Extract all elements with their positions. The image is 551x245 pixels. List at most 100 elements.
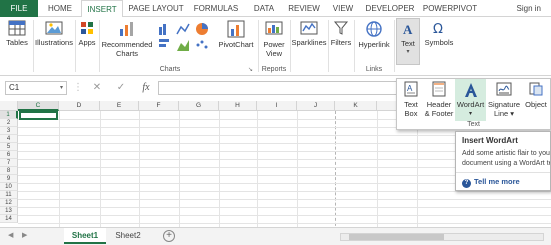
tab-review[interactable]: REVIEW bbox=[284, 0, 324, 17]
tab-formulas[interactable]: FORMULAS bbox=[190, 0, 242, 17]
header-footer-button[interactable]: Header & Footer bbox=[424, 79, 454, 121]
column-header[interactable]: H bbox=[219, 101, 257, 111]
chevron-down-icon: ▾ bbox=[468, 110, 472, 117]
pivotchart-button[interactable]: PivotChart bbox=[215, 20, 257, 49]
power-view-button[interactable]: Power View bbox=[259, 20, 289, 58]
row-header[interactable]: 5 bbox=[0, 143, 18, 151]
object-button[interactable]: Object bbox=[522, 79, 550, 121]
select-all-corner[interactable] bbox=[0, 101, 18, 111]
tell-me-more-link[interactable]: ? Tell me more bbox=[462, 177, 520, 188]
tab-data[interactable]: DATA bbox=[247, 0, 281, 17]
enter-check-icon[interactable]: ✓ bbox=[114, 81, 128, 95]
tab-powerpivot[interactable]: POWERPIVOT bbox=[421, 0, 479, 17]
column-header[interactable]: E bbox=[100, 101, 139, 111]
scrollbar-thumb[interactable] bbox=[349, 234, 444, 240]
svg-text:Ω: Ω bbox=[433, 22, 443, 36]
recommended-charts-button[interactable]: Recommended Charts bbox=[100, 20, 154, 58]
more-options-icon: ⋮ bbox=[73, 82, 83, 93]
tooltip-divider bbox=[456, 172, 550, 173]
column-header[interactable]: D bbox=[59, 101, 100, 111]
symbols-button[interactable]: Ω Symbols bbox=[422, 20, 456, 47]
recommended-charts-icon bbox=[120, 22, 133, 36]
add-sheet-icon[interactable]: + bbox=[163, 230, 175, 242]
filters-button[interactable]: Filters bbox=[329, 20, 353, 47]
text-dropdown-panel: A Text Box Header & Footer WordArt ▾ Sig… bbox=[396, 78, 551, 130]
sign-in-link[interactable]: Sign in bbox=[517, 0, 541, 17]
scroll-left-icon[interactable]: ◀ bbox=[8, 231, 13, 239]
chevron-down-icon[interactable]: ▾ bbox=[60, 82, 63, 94]
apps-button[interactable]: Apps bbox=[76, 20, 98, 47]
group-label-reports: Reports bbox=[261, 66, 287, 73]
row-header[interactable]: 9 bbox=[0, 175, 18, 183]
tab-file[interactable]: FILE bbox=[0, 0, 38, 17]
filter-icon bbox=[333, 21, 349, 35]
row-header[interactable]: 2 bbox=[0, 119, 18, 127]
row-header[interactable]: 8 bbox=[0, 167, 18, 175]
tables-button[interactable]: Tables bbox=[2, 20, 32, 47]
omega-icon: Ω bbox=[433, 22, 443, 36]
row-header[interactable]: 7 bbox=[0, 159, 18, 167]
sparklines-button[interactable]: Sparklines bbox=[291, 20, 327, 47]
tab-insert[interactable]: INSERT bbox=[81, 0, 123, 18]
row-header[interactable]: 11 bbox=[0, 191, 18, 199]
illustrations-button[interactable]: Illustrations bbox=[34, 20, 74, 47]
hyperlink-button[interactable]: Hyperlink bbox=[355, 20, 393, 49]
row-header[interactable]: 10 bbox=[0, 183, 18, 191]
active-cell[interactable] bbox=[19, 111, 58, 120]
chart-type-grid bbox=[157, 21, 212, 63]
text-box-button[interactable]: A Text Box bbox=[399, 79, 423, 121]
apps-label: Apps bbox=[78, 38, 96, 47]
column-header[interactable]: G bbox=[179, 101, 219, 111]
column-header[interactable]: I bbox=[257, 101, 297, 111]
row-header[interactable]: 12 bbox=[0, 199, 18, 207]
row-header[interactable]: 3 bbox=[0, 127, 18, 135]
gridline bbox=[59, 111, 60, 227]
row-header[interactable]: 13 bbox=[0, 207, 18, 215]
column-header[interactable]: J bbox=[297, 101, 335, 111]
column-header[interactable]: K bbox=[335, 101, 377, 111]
row-header[interactable]: 1 bbox=[0, 111, 18, 119]
ribbon-tab-bar: FILE HOME INSERT PAGE LAYOUT FORMULAS DA… bbox=[0, 0, 551, 18]
pivotchart-label: PivotChart bbox=[218, 40, 254, 49]
svg-text:A: A bbox=[403, 22, 413, 37]
name-box[interactable]: C1 ▾ bbox=[5, 81, 67, 95]
tab-page-layout[interactable]: PAGE LAYOUT bbox=[126, 0, 186, 17]
text-button[interactable]: A Text ▾ bbox=[396, 18, 420, 65]
cancel-icon[interactable]: ✕ bbox=[90, 81, 104, 95]
sparklines-icon bbox=[300, 21, 318, 35]
group-label-links: Links bbox=[365, 66, 383, 73]
apps-icon bbox=[81, 22, 93, 34]
formula-input[interactable] bbox=[158, 81, 398, 95]
page-break-line bbox=[335, 111, 336, 227]
sparklines-label: Sparklines bbox=[291, 38, 327, 47]
tooltip-description-line-2: document using a WordArt text box. bbox=[462, 160, 550, 167]
signature-line-button[interactable]: Signature Line ▾ bbox=[487, 79, 521, 121]
chart-types-icon bbox=[159, 23, 208, 51]
column-header[interactable]: F bbox=[139, 101, 179, 111]
tab-home[interactable]: HOME bbox=[42, 0, 78, 17]
tab-view[interactable]: VIEW bbox=[327, 0, 359, 17]
tell-me-more-label: Tell me more bbox=[474, 177, 520, 186]
column-header[interactable]: C bbox=[18, 101, 59, 111]
signature-line-label-2: Line ▾ bbox=[493, 108, 515, 118]
row-header[interactable]: 14 bbox=[0, 215, 18, 223]
symbols-label: Symbols bbox=[424, 38, 454, 47]
sheet-tab[interactable]: Sheet1 bbox=[64, 228, 106, 244]
sheet-tab-bar: ◀ ▶ Sheet1 Sheet2 + bbox=[0, 227, 551, 245]
insert-function-button[interactable]: fx bbox=[138, 81, 154, 95]
charts-dialog-launcher-icon[interactable]: ↘ bbox=[248, 66, 253, 73]
sheet-tab[interactable]: Sheet2 bbox=[108, 228, 148, 244]
gridline bbox=[18, 215, 551, 216]
row-header[interactable]: 4 bbox=[0, 135, 18, 143]
gridline bbox=[139, 111, 140, 227]
scroll-right-icon[interactable]: ▶ bbox=[22, 231, 27, 239]
row-header[interactable]: 6 bbox=[0, 151, 18, 159]
tab-developer[interactable]: DEVELOPER bbox=[362, 0, 418, 17]
svg-text:A: A bbox=[407, 84, 413, 93]
horizontal-scrollbar[interactable] bbox=[340, 233, 544, 241]
gridline bbox=[377, 111, 378, 227]
wordart-button[interactable]: WordArt ▾ bbox=[455, 79, 486, 121]
gridline bbox=[257, 111, 258, 227]
group-separator bbox=[394, 20, 395, 72]
table-icon bbox=[8, 20, 26, 36]
